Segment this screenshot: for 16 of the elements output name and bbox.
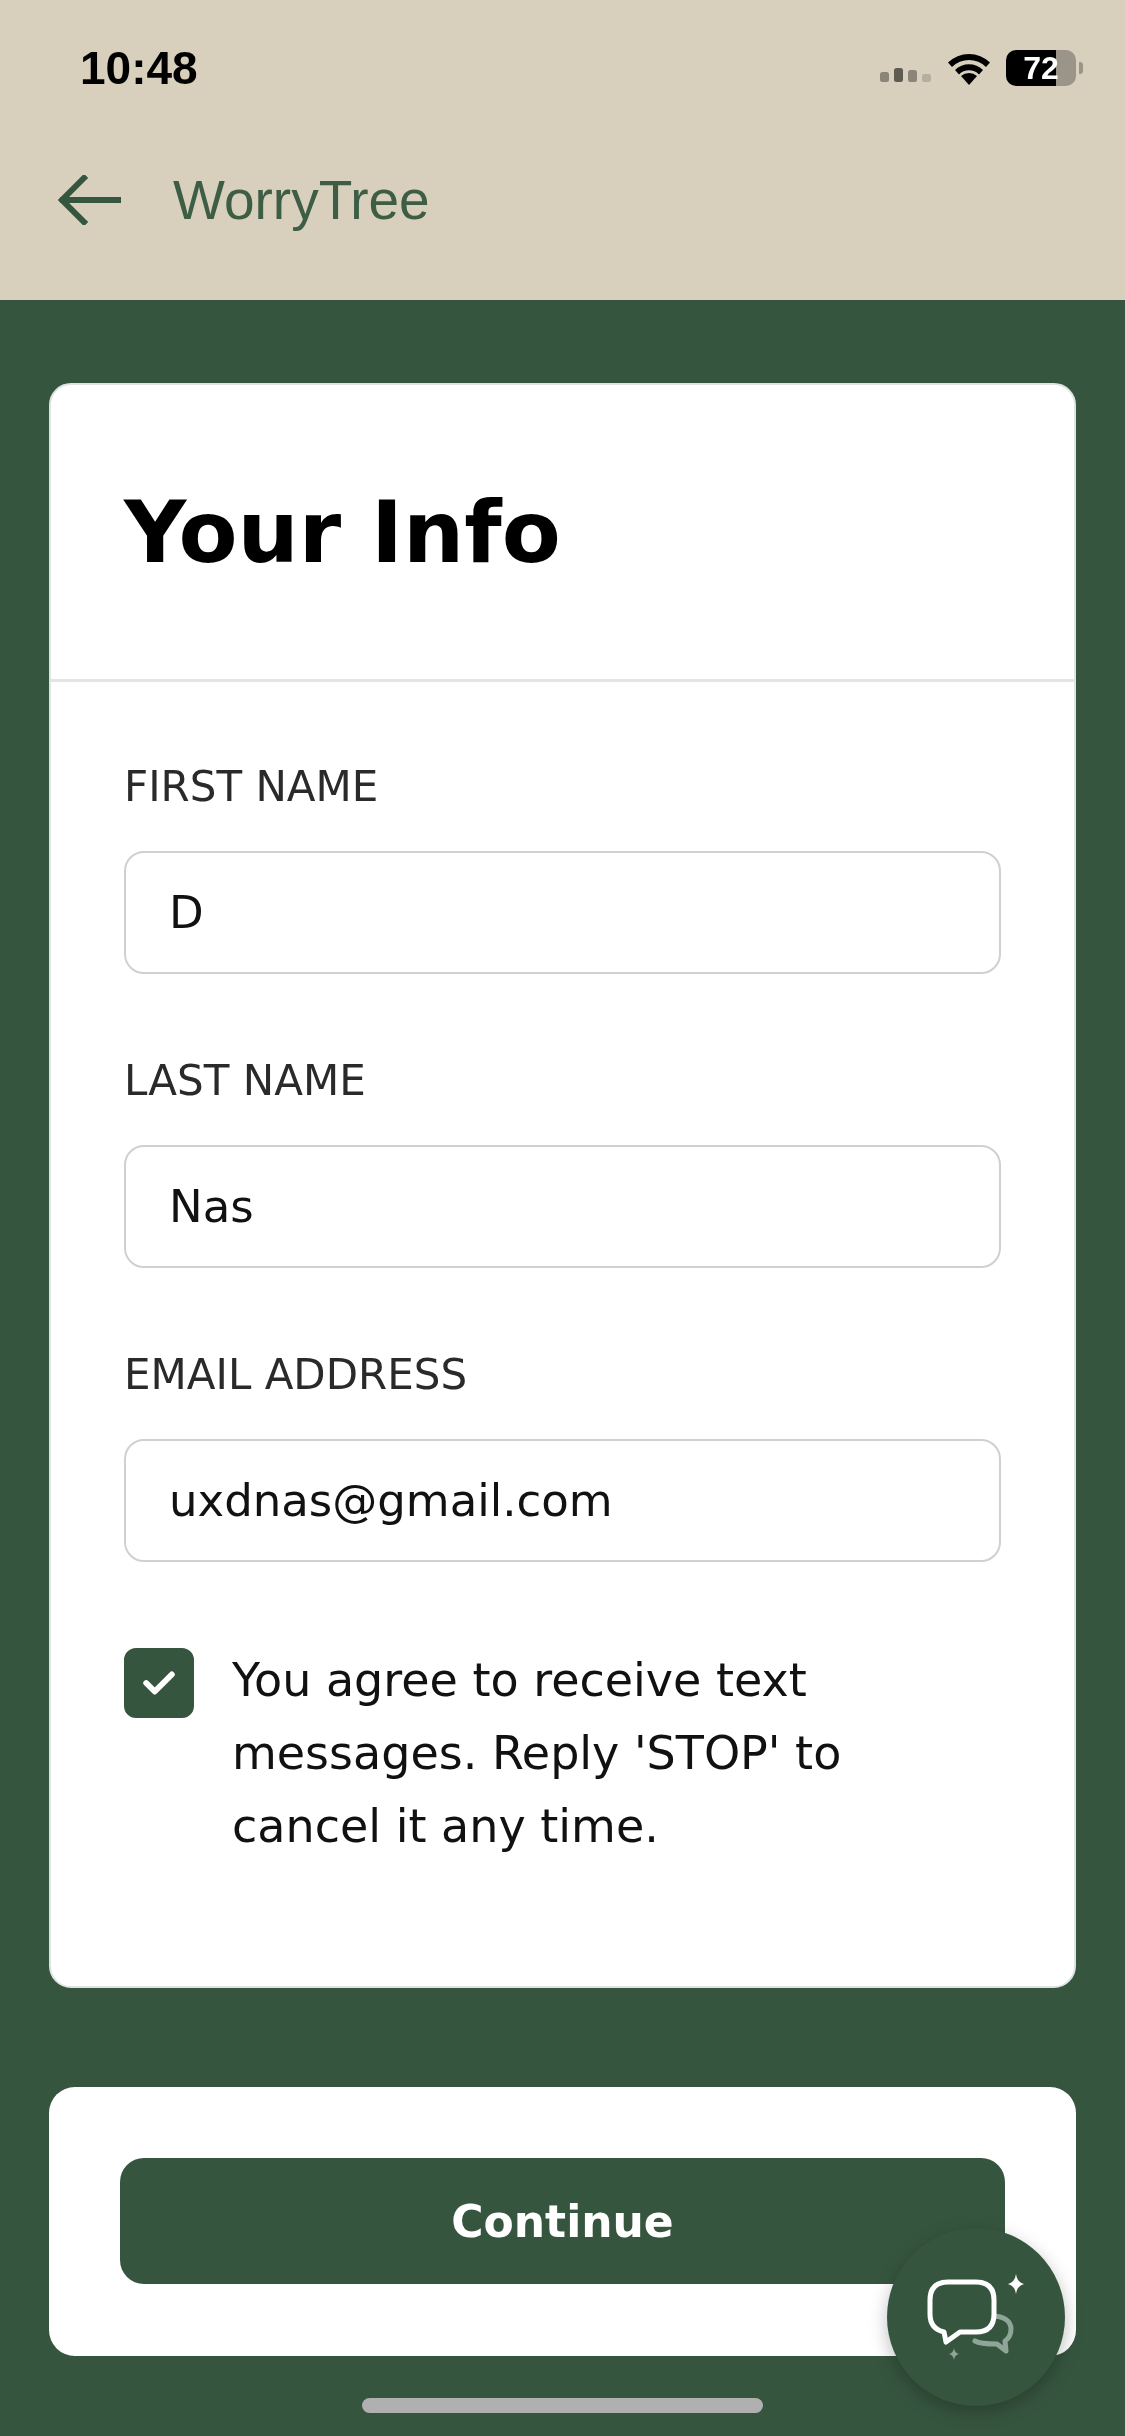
field-label: EMAIL ADDRESS [124,1350,469,1400]
form-title: Your Info [124,489,561,575]
field-label: LAST NAME [124,1056,367,1106]
text-input-field[interactable]: Nas [124,1145,1001,1268]
text-input-field[interactable]: uxdnas@gmail.com [124,1439,1001,1562]
consent-checkbox[interactable] [124,1648,194,1718]
field-label: FIRST NAME [124,762,380,812]
back-arrow-icon [57,175,121,225]
wifi-icon [946,51,992,85]
check-icon [143,1671,175,1695]
consent-text: You agree to receive text messages. Reply 'STOP' to cancel it any time. [232,1652,843,1855]
status-time: 10:48 [80,41,198,95]
continue-button[interactable]: Continue [120,2158,1005,2284]
back-button[interactable] [56,174,122,226]
text-input-field[interactable]: D [124,851,1001,974]
app-title: WorryTree [173,168,430,232]
